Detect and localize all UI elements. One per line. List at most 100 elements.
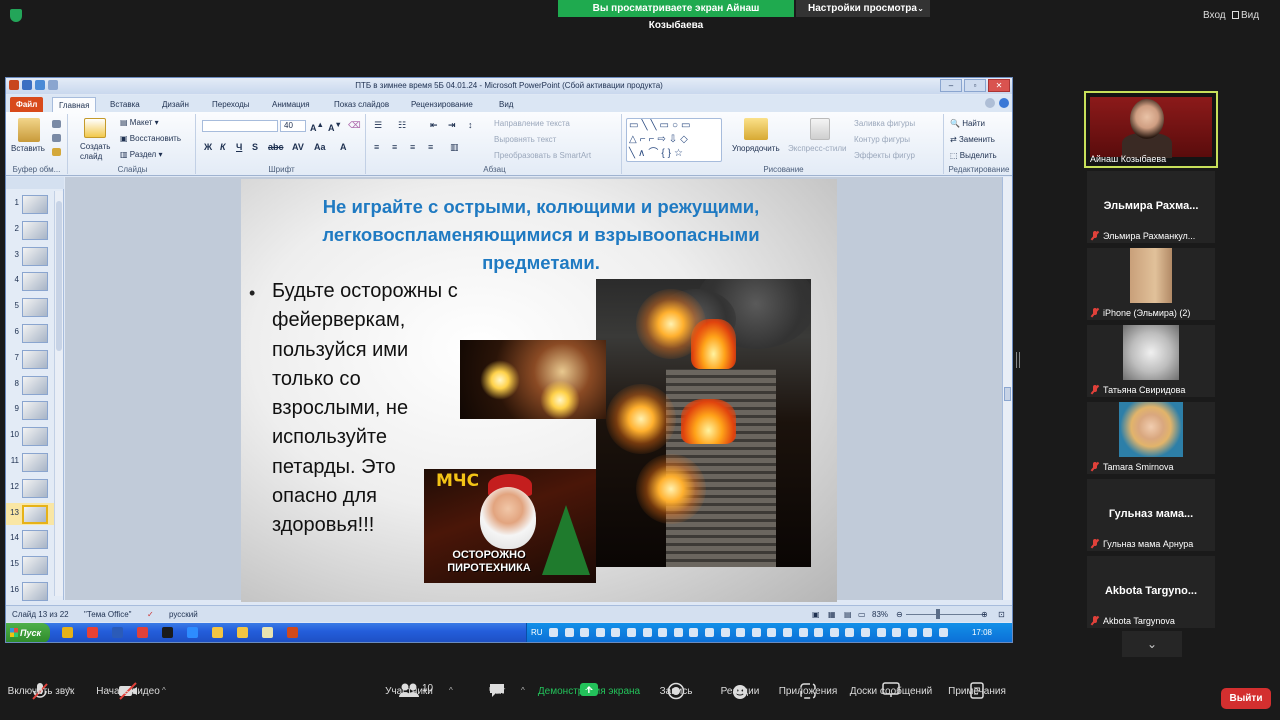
participant-tile[interactable]: Татьяна Свиридова <box>1087 325 1215 397</box>
app-icon[interactable] <box>162 627 173 638</box>
tab-insert[interactable]: Вставка <box>104 97 146 112</box>
view-normal-icon[interactable]: ▣ <box>812 610 820 619</box>
word-icon[interactable] <box>112 627 123 638</box>
tray-app-icon[interactable] <box>595 628 605 637</box>
font-color-button[interactable]: A <box>340 142 347 152</box>
copy-icon[interactable] <box>52 134 61 142</box>
slide-scrollbar[interactable] <box>1002 177 1012 600</box>
thumbnail-scroll-thumb[interactable] <box>56 201 62 351</box>
participants-caret-icon[interactable]: ^ <box>449 686 453 695</box>
shrink-font-icon[interactable]: A▼ <box>328 120 342 133</box>
format-painter-icon[interactable] <box>52 148 61 156</box>
tray-app-icon[interactable] <box>861 628 870 637</box>
tab-file[interactable]: Файл <box>10 97 44 112</box>
enter-button[interactable]: Вход <box>1203 10 1226 21</box>
zoom-out-icon[interactable]: ⊖ <box>896 610 903 619</box>
tray-app-icon[interactable] <box>705 628 714 637</box>
start-button[interactable]: Пуск <box>6 623 50 642</box>
spellcheck-icon[interactable]: ✓ <box>147 610 154 619</box>
participant-tile[interactable]: Akbota Targyno... Akbota Targynova <box>1087 556 1215 628</box>
tray-app-icon[interactable] <box>798 628 808 637</box>
participant-tile[interactable]: Эльмира Рахма... Эльмира Рахманкул... <box>1087 171 1215 243</box>
zoom-slider[interactable] <box>906 614 986 615</box>
tray-app-icon[interactable] <box>814 628 824 637</box>
collapse-ribbon-icon[interactable] <box>985 98 995 108</box>
slide-thumbnail[interactable]: 5 <box>6 296 54 318</box>
numbering-icon[interactable]: ☷ <box>398 120 406 131</box>
more-participants-chevron-icon[interactable]: ⌄ <box>1122 631 1182 657</box>
presenter-video-tile[interactable]: Айнаш Козыбаева <box>1084 91 1218 168</box>
tray-app-icon[interactable] <box>549 628 558 637</box>
arrange-label[interactable]: Упорядочить <box>732 144 780 153</box>
align-left-icon[interactable]: ≡ <box>374 142 379 152</box>
layout-button[interactable]: ▤ Макет ▾ <box>120 118 159 127</box>
tray-app-icon[interactable] <box>720 628 730 637</box>
arrange-icon[interactable] <box>744 118 768 140</box>
tray-app-icon[interactable] <box>564 628 574 637</box>
indent-increase-icon[interactable]: ⇥ <box>448 120 456 131</box>
grow-font-icon[interactable]: A▲ <box>310 120 324 133</box>
slide-thumbnail[interactable]: 8 <box>6 374 54 396</box>
justify-icon[interactable]: ≡ <box>428 142 433 152</box>
bullets-icon[interactable]: ☰ <box>374 120 382 131</box>
tray-app-icon[interactable] <box>642 628 652 637</box>
reset-button[interactable]: ▣ Восстановить <box>120 134 181 143</box>
tray-app-icon[interactable] <box>627 628 636 637</box>
video-options-caret-icon[interactable]: ^ <box>162 686 166 695</box>
reactions-button[interactable]: Реакции <box>721 686 760 697</box>
shape-effects-button[interactable]: Эффекты фигур <box>854 151 915 160</box>
tray-app-icon[interactable] <box>673 628 683 637</box>
tab-animation[interactable]: Анимация <box>266 97 316 112</box>
columns-icon[interactable]: ▥ <box>450 142 459 153</box>
view-sorter-icon[interactable]: ▦ <box>828 610 836 619</box>
tray-app-icon[interactable] <box>907 628 917 637</box>
slide-thumbnail[interactable]: 12 <box>6 477 54 499</box>
security-shield-icon[interactable] <box>10 9 22 22</box>
tab-design[interactable]: Дизайн <box>156 97 195 112</box>
quick-styles-icon[interactable] <box>810 118 830 140</box>
zoom-level[interactable]: 83% <box>872 610 888 619</box>
font-name-combo[interactable] <box>202 120 278 132</box>
app-icon[interactable] <box>212 627 223 638</box>
undo-icon[interactable] <box>35 80 45 90</box>
tab-home[interactable]: Главная <box>52 97 97 112</box>
fit-slide-icon[interactable]: ⊡ <box>998 610 1005 619</box>
underline-button[interactable]: Ч <box>236 142 242 152</box>
view-slideshow-icon[interactable]: ▭ <box>858 610 866 619</box>
input-language[interactable]: RU <box>531 628 543 637</box>
tray-app-icon[interactable] <box>845 628 855 637</box>
tray-app-icon[interactable] <box>689 628 699 637</box>
tray-app-icon[interactable] <box>736 628 746 637</box>
tray-app-icon[interactable] <box>611 628 621 637</box>
chat-caret-icon[interactable]: ^ <box>521 686 525 695</box>
tray-app-icon[interactable] <box>580 628 590 637</box>
cut-icon[interactable] <box>52 120 61 128</box>
chrome-icon[interactable] <box>87 627 98 638</box>
record-button[interactable]: Запись <box>660 686 693 697</box>
tray-app-icon[interactable] <box>939 628 948 637</box>
zoom-in-icon[interactable]: ⊕ <box>981 610 988 619</box>
smartart-button[interactable]: Преобразовать в SmartArt <box>494 151 591 160</box>
slide-thumbnail[interactable]: 4 <box>6 270 54 292</box>
tab-slideshow[interactable]: Показ слайдов <box>328 97 395 112</box>
participant-tile[interactable]: Гульназ мама... Гульназ мама Арнура <box>1087 479 1215 551</box>
powerpoint-icon[interactable] <box>287 627 298 638</box>
participant-tile[interactable]: Tamara Smirnova <box>1087 402 1215 474</box>
chat-button[interactable]: Чат <box>489 686 506 697</box>
apps-button[interactable]: Приложения <box>779 686 838 697</box>
slide-thumbnail[interactable]: 13 <box>6 502 54 525</box>
align-text-button[interactable]: Выровнять текст <box>494 135 556 144</box>
view-button[interactable]: Вид <box>1241 10 1259 21</box>
save-icon[interactable] <box>22 80 32 90</box>
slide-thumbnail[interactable]: 10 <box>6 425 54 447</box>
select-button[interactable]: ⬚ Выделить <box>950 151 997 160</box>
strikethrough-button[interactable]: abc <box>268 142 284 152</box>
minimize-button[interactable]: – <box>940 79 962 92</box>
yandex-icon[interactable] <box>137 627 148 638</box>
zoom-slider-knob[interactable] <box>936 609 940 619</box>
tray-app-icon[interactable] <box>658 628 668 637</box>
unmute-button[interactable]: Включить звук <box>8 686 75 697</box>
leave-meeting-button[interactable]: Выйти <box>1221 688 1271 709</box>
slide-thumbnail[interactable]: 6 <box>6 322 54 344</box>
start-video-button[interactable]: Начать видео <box>96 686 160 697</box>
